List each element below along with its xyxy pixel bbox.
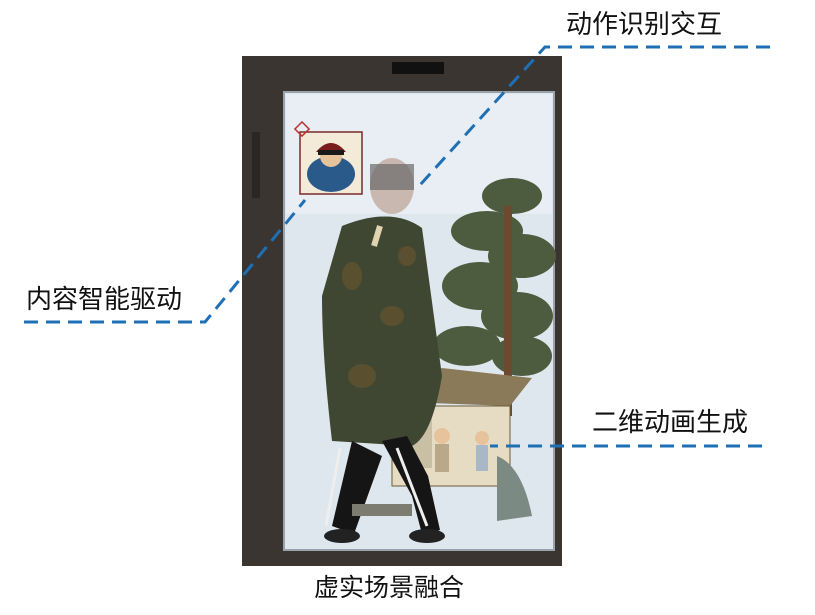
label-content-driven: 内容智能驱动 bbox=[26, 285, 183, 315]
connector-top-right bbox=[418, 45, 770, 187]
label-2d-animation: 二维动画生成 bbox=[592, 408, 749, 438]
label-scene-fusion: 虚实场景融合 bbox=[314, 573, 465, 602]
label-action-recognition: 动作识别交互 bbox=[566, 10, 723, 40]
